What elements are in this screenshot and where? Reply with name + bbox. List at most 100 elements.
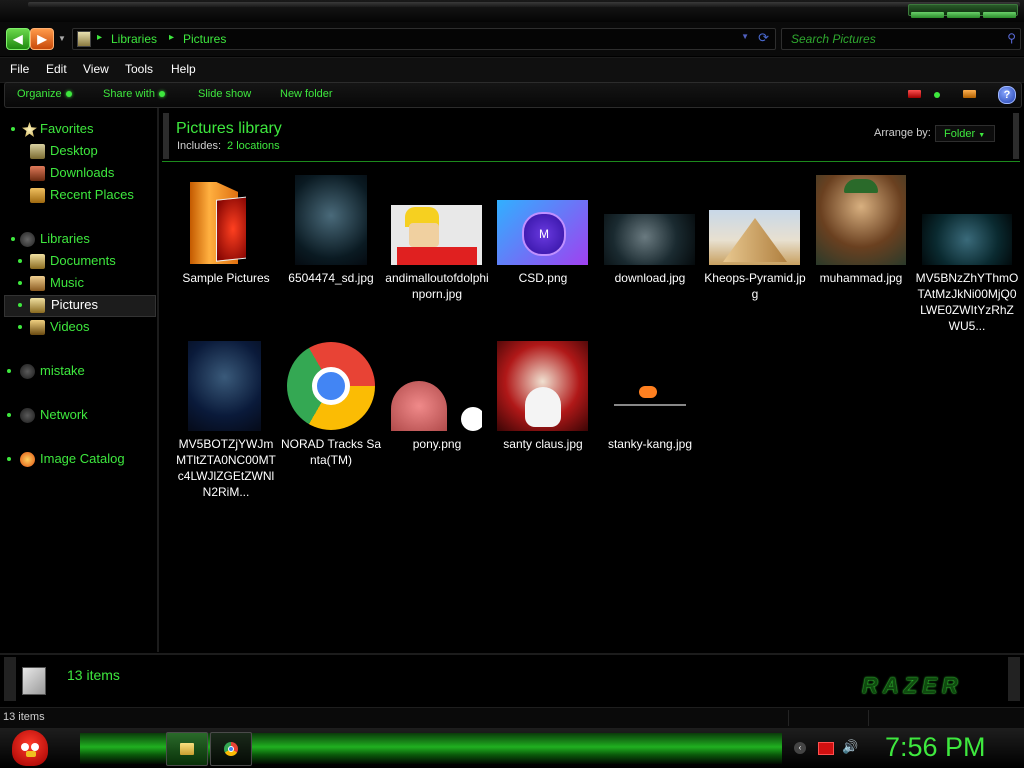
cartoon-thumbnail: [391, 341, 482, 431]
sidebar-item-libraries[interactable]: Libraries: [8, 230, 148, 250]
file-item-santy-claus[interactable]: santy claus.jpg: [491, 338, 595, 468]
file-item-stanky-kang[interactable]: stanky-kang.jpg: [598, 338, 702, 468]
menu-edit[interactable]: Edit: [46, 62, 67, 76]
chrome-icon: [224, 742, 238, 756]
change-view-icon[interactable]: [908, 90, 921, 98]
file-item-csd[interactable]: M CSD.png: [491, 172, 595, 302]
sidebar-item-videos[interactable]: Videos: [16, 318, 148, 338]
sidebar-item-image-catalog[interactable]: Image Catalog: [7, 450, 148, 470]
help-icon[interactable]: ?: [998, 86, 1016, 104]
preview-pane-icon[interactable]: [963, 90, 976, 98]
menu-view[interactable]: View: [83, 62, 109, 76]
sidebar-label: Libraries: [40, 231, 90, 246]
includes-label: Includes:: [177, 140, 222, 152]
file-item-6504474-sd[interactable]: 6504474_sd.jpg: [279, 172, 383, 302]
taskbar-chrome-button[interactable]: [210, 732, 252, 766]
library-header: Pictures library Includes: 2 locations Ar…: [162, 111, 1020, 162]
sidebar-item-documents[interactable]: Documents: [16, 252, 148, 272]
locations-link[interactable]: 2 locations: [227, 140, 280, 152]
sidebar-item-desktop[interactable]: Desktop: [28, 142, 148, 162]
sidebar-label: Desktop: [50, 143, 98, 158]
breadcrumb-pictures[interactable]: Pictures: [183, 32, 226, 46]
file-item-muhammad[interactable]: muhammad.jpg: [809, 172, 913, 302]
bird-eye: [31, 743, 39, 751]
sidebar-label: Recent Places: [50, 187, 134, 202]
breadcrumb-separator-icon[interactable]: ▸: [169, 32, 174, 43]
library-includes: Includes: 2 locations: [177, 140, 280, 152]
new-folder-button[interactable]: New folder: [280, 88, 333, 100]
expand-dot-icon[interactable]: [18, 325, 22, 329]
recent-pages-dropdown-icon[interactable]: ▼: [58, 34, 66, 43]
minimize-button[interactable]: [911, 12, 944, 18]
movie-still-thumbnail: [922, 214, 1012, 265]
expand-dot-icon[interactable]: [18, 259, 22, 263]
address-dropdown-icon[interactable]: ▼: [741, 32, 749, 41]
slide-show-button[interactable]: Slide show: [198, 88, 251, 100]
window-controls[interactable]: [908, 4, 1018, 18]
search-icon[interactable]: ⚲: [1007, 31, 1016, 45]
sidebar-item-favorites[interactable]: Favorites: [8, 120, 148, 140]
share-with-button[interactable]: Share with: [103, 88, 165, 100]
expand-dot-icon[interactable]: [18, 281, 22, 285]
file-item-pony[interactable]: pony.png: [385, 338, 489, 468]
view-options-dot-icon[interactable]: [934, 92, 940, 98]
header-edge: [1013, 113, 1019, 159]
arrange-by-dropdown[interactable]: Folder ▼: [935, 125, 995, 142]
dropdown-dot-icon: [158, 91, 165, 98]
sidebar-item-pictures[interactable]: Pictures: [4, 295, 156, 317]
taskbar-clock[interactable]: 7:56 PM: [885, 732, 986, 763]
file-item-sample-pictures[interactable]: Sample Pictures: [174, 172, 278, 302]
file-item-mv5bnzzh[interactable]: MV5BNzZhYThmOTAtMzJkNi00MjQ0LWE0ZWItYzRh…: [915, 172, 1019, 338]
command-bar: Organize Share with Slide show New folde…: [4, 82, 1022, 108]
status-divider: [788, 710, 789, 726]
sidebar-item-music[interactable]: Music: [16, 274, 148, 294]
back-arrow-icon[interactable]: ◀: [6, 28, 30, 50]
refresh-icon[interactable]: ⟳: [758, 30, 769, 46]
image-catalog-icon: [20, 452, 35, 467]
painting-thumbnail: [816, 175, 906, 265]
angry-bird-start-icon[interactable]: [12, 730, 48, 766]
breadcrumb-libraries[interactable]: Libraries: [111, 32, 157, 46]
status-item-count: 13 items: [3, 711, 45, 723]
sidebar-item-downloads[interactable]: Downloads: [28, 164, 148, 184]
item-count: 13 items: [67, 667, 120, 683]
expand-dot-icon[interactable]: [18, 303, 22, 307]
search-input[interactable]: Search Pictures ⚲: [781, 28, 1021, 50]
expand-dot-icon[interactable]: [7, 457, 11, 461]
show-hidden-icons-icon[interactable]: ‹: [794, 742, 806, 754]
organize-button[interactable]: Organize: [17, 88, 72, 100]
taskbar-explorer-button[interactable]: [166, 732, 208, 766]
address-bar[interactable]: ▸ Libraries ▸ Pictures ▼ ⟳: [72, 28, 776, 50]
menu-tools[interactable]: Tools: [125, 62, 153, 76]
file-item-andimallout[interactable]: andimalloutofdolphinporn.jpg: [385, 172, 489, 302]
menu-file[interactable]: File: [10, 62, 29, 76]
forward-arrow-icon[interactable]: ▶: [30, 28, 54, 50]
breadcrumb-separator-icon[interactable]: ▸: [97, 32, 102, 43]
file-item-mv5botzj[interactable]: MV5BOTZjYWJmMTltZTA0NC00MTc4LWJlZGEtZWNl…: [174, 338, 278, 502]
close-button[interactable]: [983, 12, 1016, 18]
file-name: stanky-kang.jpg: [607, 437, 693, 451]
library-title: Pictures library: [176, 120, 282, 137]
expand-dot-icon[interactable]: [11, 127, 15, 131]
star-icon: [22, 122, 37, 137]
maximize-button[interactable]: [947, 12, 980, 18]
menu-help[interactable]: Help: [171, 62, 196, 76]
sidebar-item-network[interactable]: Network: [7, 406, 148, 426]
title-bar-strip: [28, 2, 1020, 7]
navigation-pane: Favorites Desktop Downloads Recent Place…: [0, 108, 159, 652]
expand-dot-icon[interactable]: [7, 369, 11, 373]
expand-dot-icon[interactable]: [11, 237, 15, 241]
sidebar-item-recent-places[interactable]: Recent Places: [28, 186, 148, 206]
volume-icon[interactable]: 🔊: [842, 739, 858, 755]
sidebar-label: Favorites: [40, 121, 94, 136]
recent-places-icon: [30, 188, 45, 203]
network-alert-icon[interactable]: [818, 742, 834, 755]
file-item-kheops-pyramid[interactable]: Kheops-Pyramid.jpg: [703, 172, 807, 302]
game-screenshot-thumbnail: [604, 380, 695, 431]
file-item-norad-tracks-santa[interactable]: NORAD Tracks Santa(TM): [279, 338, 383, 468]
videos-icon: [30, 320, 45, 335]
expand-dot-icon[interactable]: [7, 413, 11, 417]
file-item-download[interactable]: download.jpg: [598, 172, 702, 302]
sidebar-item-homegroup[interactable]: mistake: [7, 362, 148, 382]
sidebar-label: Videos: [50, 319, 90, 334]
